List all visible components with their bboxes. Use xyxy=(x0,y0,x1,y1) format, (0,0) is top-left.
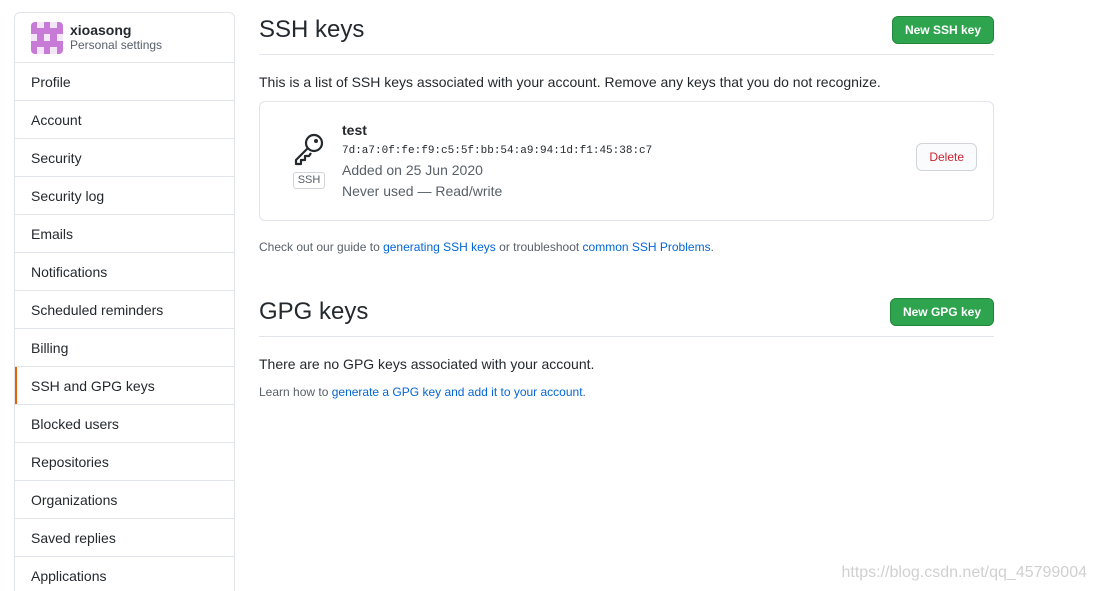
gpg-keys-title: GPG keys xyxy=(259,298,369,325)
sidebar-item-security-log[interactable]: Security log xyxy=(15,177,234,215)
sidebar-item-security[interactable]: Security xyxy=(15,139,234,177)
personal-settings-label: Personal settings xyxy=(70,37,163,52)
sidebar-item-profile[interactable]: Profile xyxy=(15,63,234,101)
sidebar-user-header[interactable]: xioasong Personal settings xyxy=(15,13,234,63)
sidebar-item-scheduled-reminders[interactable]: Scheduled reminders xyxy=(15,291,234,329)
sidebar-item-organizations[interactable]: Organizations xyxy=(15,481,234,519)
key-icon xyxy=(292,132,326,169)
ssh-description: This is a list of SSH keys associated wi… xyxy=(259,74,881,90)
ssh-key-fingerprint: 7d:a7:0f:fe:f9:c5:5f:bb:54:a9:94:1d:f1:4… xyxy=(342,145,653,157)
gpg-section-header: GPG keys New GPG key xyxy=(259,298,994,337)
sidebar-menu: Profile Account Security Security log Emails… xyxy=(15,63,234,591)
ssh-guide-text: Check out our guide to generating SSH ke… xyxy=(259,240,994,254)
settings-sidebar: xioasong Personal settings Profile Accoun… xyxy=(14,12,235,591)
gpg-learn-suffix: . xyxy=(582,385,586,399)
ssh-badge: SSH xyxy=(292,172,326,189)
sidebar-item-account[interactable]: Account xyxy=(15,101,234,139)
sidebar-item-billing[interactable]: Billing xyxy=(15,329,234,367)
ssh-key-added-date: Added on 25 Jun 2020 xyxy=(342,162,483,178)
gpg-learn-prefix: Learn how to xyxy=(259,385,332,399)
ssh-guide-middle: or troubleshoot xyxy=(495,240,583,254)
avatar xyxy=(31,21,63,54)
ssh-guide-prefix: Check out our guide to xyxy=(259,240,384,254)
sidebar-item-ssh-and-gpg-keys[interactable]: SSH and GPG keys xyxy=(15,367,234,405)
delete-ssh-key-button[interactable]: Delete xyxy=(916,143,977,171)
sidebar-item-repositories[interactable]: Repositories xyxy=(15,443,234,481)
ssh-key-info: test 7d:a7:0f:fe:f9:c5:5f:bb:54:a9:94:1d… xyxy=(342,122,652,202)
ssh-key-icon-group: SSH xyxy=(292,132,326,189)
new-gpg-key-button[interactable]: New GPG key xyxy=(889,298,994,326)
ssh-section-header: SSH keys New SSH key xyxy=(259,16,994,55)
common-ssh-problems-link[interactable]: common SSH Problems xyxy=(583,240,711,254)
sidebar-item-saved-replies[interactable]: Saved replies xyxy=(15,519,234,557)
gpg-empty-text: There are no GPG keys associated with yo… xyxy=(259,356,595,372)
sidebar-item-blocked-users[interactable]: Blocked users xyxy=(15,405,234,443)
ssh-key-item: SSH test 7d:a7:0f:fe:f9:c5:5f:bb:54:a9:9… xyxy=(259,101,994,221)
ssh-key-title: test xyxy=(342,122,367,138)
new-ssh-key-button[interactable]: New SSH key xyxy=(891,16,994,44)
sidebar-item-emails[interactable]: Emails xyxy=(15,215,234,253)
generate-gpg-key-link[interactable]: generate a GPG key and add it to your ac… xyxy=(332,385,583,399)
username[interactable]: xioasong xyxy=(70,22,162,38)
gpg-learn-text: Learn how to generate a GPG key and add … xyxy=(259,385,994,399)
ssh-key-usage: Never used — Read/write xyxy=(342,183,503,199)
watermark-text: https://blog.csdn.net/qq_45799004 xyxy=(841,564,1087,581)
sidebar-item-notifications[interactable]: Notifications xyxy=(15,253,234,291)
ssh-guide-suffix: . xyxy=(710,240,714,254)
main-content: SSH keys New SSH key This is a list of S… xyxy=(259,0,994,399)
generating-ssh-keys-link[interactable]: generating SSH keys xyxy=(383,240,496,254)
sidebar-user-info: xioasong Personal settings xyxy=(70,22,163,53)
sidebar-item-applications[interactable]: Applications xyxy=(15,557,234,591)
ssh-keys-title: SSH keys xyxy=(259,16,365,43)
